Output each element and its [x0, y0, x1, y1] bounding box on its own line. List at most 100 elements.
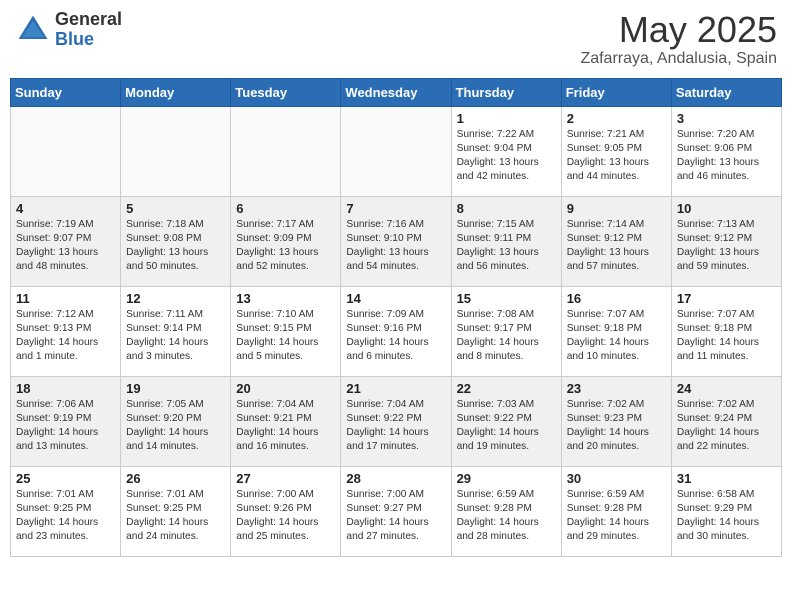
- day-number: 26: [126, 471, 225, 486]
- day-number: 1: [457, 111, 556, 126]
- day-number: 2: [567, 111, 666, 126]
- day-info: Sunrise: 7:11 AM Sunset: 9:14 PM Dayligh…: [126, 308, 225, 365]
- logo-general: General: [55, 10, 122, 30]
- day-number: 28: [346, 471, 445, 486]
- calendar-header-row: SundayMondayTuesdayWednesdayThursdayFrid…: [11, 78, 782, 106]
- day-number: 17: [677, 291, 776, 306]
- day-number: 13: [236, 291, 335, 306]
- day-number: 16: [567, 291, 666, 306]
- day-number: 31: [677, 471, 776, 486]
- calendar-cell: 3Sunrise: 7:20 AM Sunset: 9:06 PM Daylig…: [671, 106, 781, 196]
- day-info: Sunrise: 7:16 AM Sunset: 9:10 PM Dayligh…: [346, 218, 445, 275]
- day-info: Sunrise: 7:02 AM Sunset: 9:23 PM Dayligh…: [567, 398, 666, 455]
- calendar-cell: 5 Sunrise: 7:18 AM Sunset: 9:08 PM Daylig…: [121, 196, 231, 286]
- calendar-cell: 30 Sunrise: 6:59 AM Sunset: 9:28 PM Dayli…: [561, 466, 671, 556]
- calendar-cell: 27Sunrise: 7:00 AM Sunset: 9:26 PM Dayli…: [231, 466, 341, 556]
- day-number: 15: [457, 291, 556, 306]
- day-number: 19: [126, 381, 225, 396]
- day-info: Sunrise: 6:58 AM Sunset: 9:29 PM Dayligh…: [677, 488, 776, 545]
- calendar-cell: 13 Sunrise: 7:10 AM Sunset: 9:15 PM Dayli…: [231, 286, 341, 376]
- col-header-wednesday: Wednesday: [341, 78, 451, 106]
- day-number: 5: [126, 201, 225, 216]
- logo-text: General Blue: [55, 10, 122, 50]
- calendar-cell: 31 Sunrise: 6:58 AM Sunset: 9:29 PM Dayli…: [671, 466, 781, 556]
- day-info: Sunrise: 7:02 AM Sunset: 9:24 PM Dayligh…: [677, 398, 776, 455]
- calendar-cell: 21Sunrise: 7:04 AM Sunset: 9:22 PM Dayli…: [341, 376, 451, 466]
- calendar-cell: 20Sunrise: 7:04 AM Sunset: 9:21 PM Dayli…: [231, 376, 341, 466]
- month-title: May 2025: [580, 10, 777, 50]
- day-info: Sunrise: 7:12 AM Sunset: 9:13 PM Dayligh…: [16, 308, 115, 365]
- day-info: Sunrise: 7:10 AM Sunset: 9:15 PM Dayligh…: [236, 308, 335, 365]
- calendar-cell: 6 Sunrise: 7:17 AM Sunset: 9:09 PM Daylig…: [231, 196, 341, 286]
- day-number: 12: [126, 291, 225, 306]
- calendar-cell: 19 Sunrise: 7:05 AM Sunset: 9:20 PM Dayli…: [121, 376, 231, 466]
- day-info: Sunrise: 7:21 AM Sunset: 9:05 PM Dayligh…: [567, 128, 666, 185]
- day-info: Sunrise: 7:06 AM Sunset: 9:19 PM Dayligh…: [16, 398, 115, 455]
- calendar-cell: 9Sunrise: 7:14 AM Sunset: 9:12 PM Daylig…: [561, 196, 671, 286]
- calendar-cell: 12 Sunrise: 7:11 AM Sunset: 9:14 PM Dayli…: [121, 286, 231, 376]
- calendar-table: SundayMondayTuesdayWednesdayThursdayFrid…: [10, 78, 782, 557]
- calendar-cell: 18 Sunrise: 7:06 AM Sunset: 9:19 PM Dayli…: [11, 376, 121, 466]
- day-info: Sunrise: 7:07 AM Sunset: 9:18 PM Dayligh…: [677, 308, 776, 365]
- day-info: Sunrise: 7:09 AM Sunset: 9:16 PM Dayligh…: [346, 308, 445, 365]
- day-number: 4: [16, 201, 115, 216]
- day-info: Sunrise: 7:04 AM Sunset: 9:21 PM Dayligh…: [236, 398, 335, 455]
- day-number: 6: [236, 201, 335, 216]
- day-info: Sunrise: 7:22 AM Sunset: 9:04 PM Dayligh…: [457, 128, 556, 185]
- col-header-monday: Monday: [121, 78, 231, 106]
- day-info: Sunrise: 7:14 AM Sunset: 9:12 PM Dayligh…: [567, 218, 666, 275]
- day-number: 3: [677, 111, 776, 126]
- calendar-cell: 22 Sunrise: 7:03 AM Sunset: 9:22 PM Dayli…: [451, 376, 561, 466]
- calendar-cell: 24 Sunrise: 7:02 AM Sunset: 9:24 PM Dayli…: [671, 376, 781, 466]
- calendar-cell: 26 Sunrise: 7:01 AM Sunset: 9:25 PM Dayli…: [121, 466, 231, 556]
- day-number: 22: [457, 381, 556, 396]
- calendar-row-4: 18 Sunrise: 7:06 AM Sunset: 9:19 PM Dayli…: [11, 376, 782, 466]
- day-number: 29: [457, 471, 556, 486]
- col-header-thursday: Thursday: [451, 78, 561, 106]
- day-info: Sunrise: 6:59 AM Sunset: 9:28 PM Dayligh…: [457, 488, 556, 545]
- calendar-row-5: 25 Sunrise: 7:01 AM Sunset: 9:25 PM Dayli…: [11, 466, 782, 556]
- logo-blue-text: Blue: [55, 30, 122, 50]
- col-header-sunday: Sunday: [11, 78, 121, 106]
- col-header-saturday: Saturday: [671, 78, 781, 106]
- calendar-cell: 16Sunrise: 7:07 AM Sunset: 9:18 PM Dayli…: [561, 286, 671, 376]
- day-info: Sunrise: 7:17 AM Sunset: 9:09 PM Dayligh…: [236, 218, 335, 275]
- calendar-cell: 8Sunrise: 7:15 AM Sunset: 9:11 PM Daylig…: [451, 196, 561, 286]
- day-info: Sunrise: 7:19 AM Sunset: 9:07 PM Dayligh…: [16, 218, 115, 275]
- calendar-cell: 15Sunrise: 7:08 AM Sunset: 9:17 PM Dayli…: [451, 286, 561, 376]
- calendar-row-2: 4 Sunrise: 7:19 AM Sunset: 9:07 PM Daylig…: [11, 196, 782, 286]
- calendar-cell: 17 Sunrise: 7:07 AM Sunset: 9:18 PM Dayli…: [671, 286, 781, 376]
- calendar-cell: [231, 106, 341, 196]
- calendar-cell: [121, 106, 231, 196]
- calendar-cell: 1 Sunrise: 7:22 AM Sunset: 9:04 PM Daylig…: [451, 106, 561, 196]
- day-number: 14: [346, 291, 445, 306]
- calendar-cell: 28 Sunrise: 7:00 AM Sunset: 9:27 PM Dayli…: [341, 466, 451, 556]
- calendar-cell: 4 Sunrise: 7:19 AM Sunset: 9:07 PM Daylig…: [11, 196, 121, 286]
- day-number: 30: [567, 471, 666, 486]
- calendar-cell: 11 Sunrise: 7:12 AM Sunset: 9:13 PM Dayli…: [11, 286, 121, 376]
- day-number: 24: [677, 381, 776, 396]
- day-info: Sunrise: 7:05 AM Sunset: 9:20 PM Dayligh…: [126, 398, 225, 455]
- calendar-cell: [341, 106, 451, 196]
- day-number: 25: [16, 471, 115, 486]
- calendar-cell: 7Sunrise: 7:16 AM Sunset: 9:10 PM Daylig…: [341, 196, 451, 286]
- col-header-tuesday: Tuesday: [231, 78, 341, 106]
- day-number: 10: [677, 201, 776, 216]
- calendar-cell: 25 Sunrise: 7:01 AM Sunset: 9:25 PM Dayli…: [11, 466, 121, 556]
- day-info: Sunrise: 7:01 AM Sunset: 9:25 PM Dayligh…: [16, 488, 115, 545]
- day-info: Sunrise: 7:01 AM Sunset: 9:25 PM Dayligh…: [126, 488, 225, 545]
- day-info: Sunrise: 7:03 AM Sunset: 9:22 PM Dayligh…: [457, 398, 556, 455]
- day-info: Sunrise: 7:00 AM Sunset: 9:26 PM Dayligh…: [236, 488, 335, 545]
- day-number: 18: [16, 381, 115, 396]
- calendar-cell: 23Sunrise: 7:02 AM Sunset: 9:23 PM Dayli…: [561, 376, 671, 466]
- calendar-cell: 29 Sunrise: 6:59 AM Sunset: 9:28 PM Dayli…: [451, 466, 561, 556]
- day-info: Sunrise: 7:00 AM Sunset: 9:27 PM Dayligh…: [346, 488, 445, 545]
- day-number: 21: [346, 381, 445, 396]
- calendar-cell: 2 Sunrise: 7:21 AM Sunset: 9:05 PM Daylig…: [561, 106, 671, 196]
- day-number: 11: [16, 291, 115, 306]
- day-info: Sunrise: 7:18 AM Sunset: 9:08 PM Dayligh…: [126, 218, 225, 275]
- calendar-row-3: 11 Sunrise: 7:12 AM Sunset: 9:13 PM Dayli…: [11, 286, 782, 376]
- day-info: Sunrise: 6:59 AM Sunset: 9:28 PM Dayligh…: [567, 488, 666, 545]
- page-header: General Blue May 2025 Zafarraya, Andalus…: [10, 10, 782, 68]
- day-number: 8: [457, 201, 556, 216]
